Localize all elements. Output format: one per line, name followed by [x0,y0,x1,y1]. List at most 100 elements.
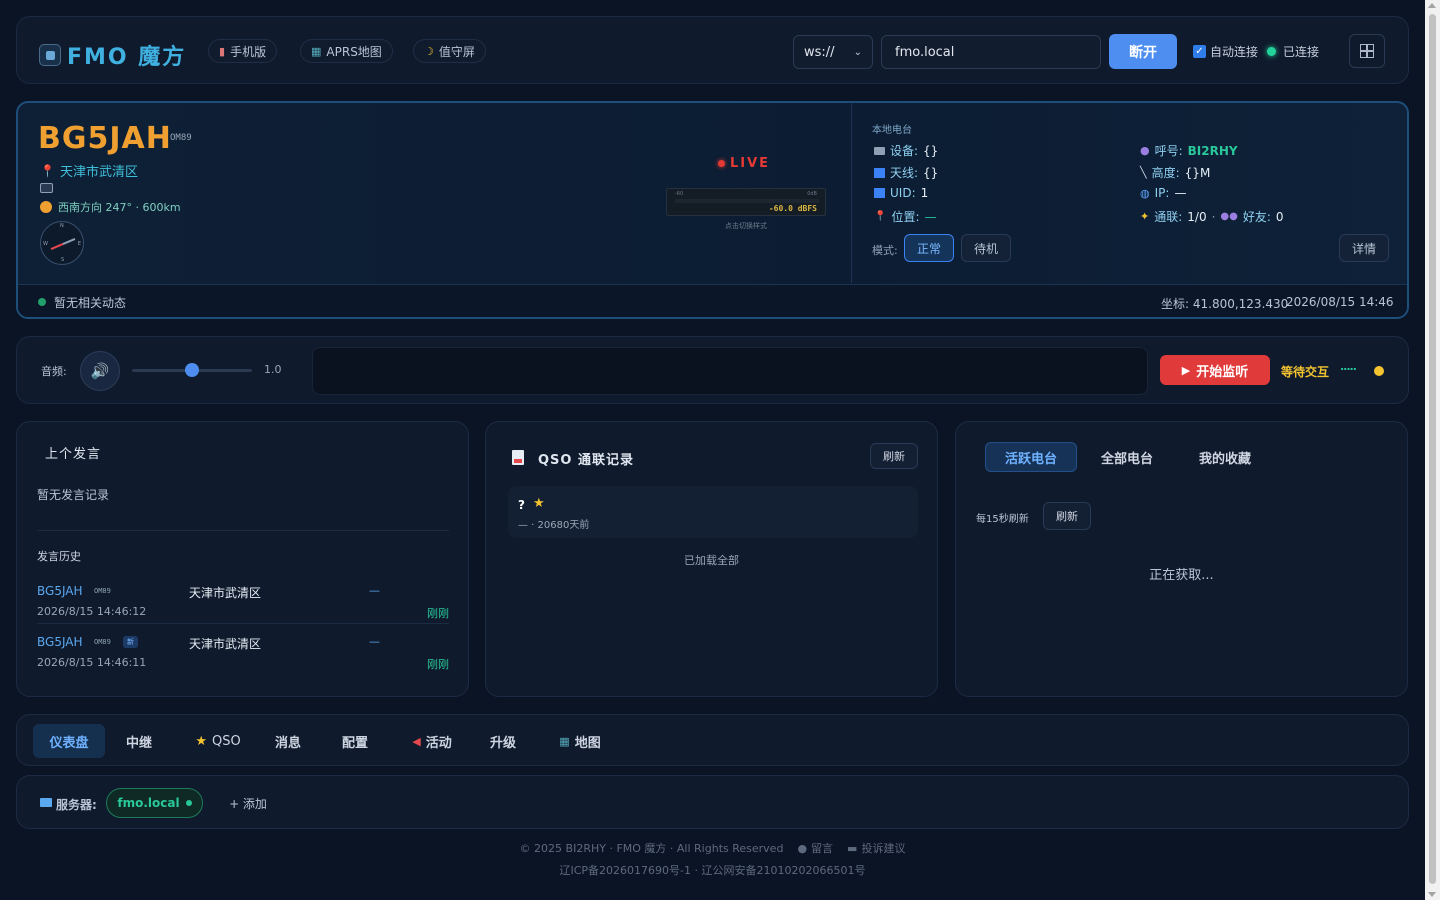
tab-activity[interactable]: ◀ 活动 [397,724,467,758]
nav-mobile[interactable]: ▮ 手机版 [208,39,278,63]
live-indicator: LIVE [718,156,770,171]
tab-relay-label: 中继 [125,735,152,751]
row-call[interactable]: BG5JAH [37,584,83,598]
ip-value: — [1174,186,1187,200]
stations-card: 活跃电台 全部电台 我的收藏 每15秒刷新 刷新 正在获取... [955,421,1408,697]
mode-standby-label: 待机 [973,241,998,256]
auto-connect-checkbox[interactable]: ✓ 自动连接 [1193,43,1258,60]
row-call[interactable]: BG5JAH [37,635,83,649]
qso-item[interactable]: ? ★ — · 20680天前 [508,486,918,538]
server-chip[interactable]: fmo.local [106,788,203,818]
chevron-down-icon: ⌄ [853,46,862,58]
local-title: 本地电台 [872,125,912,136]
friends-label: 好友: [1242,210,1271,224]
bearing-label: 西南方向 247° · 600km [58,201,181,214]
mode-label: 模式: [872,244,898,257]
message-link[interactable]: ● 留言 [797,840,833,856]
server-chip-label: fmo.local [117,796,180,810]
feedback-label: 投诉建议 [861,842,906,855]
footer-line2[interactable]: 辽ICP备2026017690号-1 · 辽公网安备21010202066501… [0,862,1425,878]
footer-line1: © 2025 BI2RHY · FMO 魔方 · All Rights Rese… [0,840,1425,856]
scrollbar[interactable] [1425,0,1440,900]
tab-all-stations[interactable]: 全部电台 [1086,442,1168,472]
mode-standby-button[interactable]: 待机 [961,234,1011,262]
details-button[interactable]: 详情 [1339,234,1389,262]
tab-active-stations[interactable]: 活跃电台 [985,442,1077,472]
auto-connect-label: 自动连接 [1210,45,1259,59]
connection-status: 已连接 [1267,43,1319,60]
mode-normal-button[interactable]: 正常 [904,234,954,262]
tab-upgrade[interactable]: 升级 [475,724,531,758]
status-dot-icon [1267,47,1276,56]
start-listen-button[interactable]: ▶ 开始监听 [1160,355,1270,385]
tab-relay[interactable]: 中继 [111,724,167,758]
cube-icon [39,44,61,66]
star-icon: ★ [533,496,545,511]
tab-favorites-label: 我的收藏 [1198,451,1251,467]
message-label: 留言 [811,842,834,855]
pin-icon: 📍 [40,163,55,178]
protocol-value: ws:// [804,44,835,60]
sparkle-icon: ✦ [1140,210,1150,223]
tab-active-label: 活跃电台 [1004,451,1057,467]
list-item[interactable]: BG5JAH OM89 天津市武清区 — 2026/8/15 14:46:12 … [37,576,449,624]
volume-slider[interactable] [132,363,252,377]
pin-icon: 📍 [874,211,887,222]
qso-refresh-label: 刷新 [883,450,905,463]
qso-title: QSO 通联记录 [538,453,634,468]
disconnect-button[interactable]: 断开 [1109,34,1177,69]
compass-small-icon [40,201,52,213]
last-speech-title: 上个发言 [45,447,102,462]
tab-messages[interactable]: 消息 [260,724,316,758]
local-uid: UID: 1 [874,186,928,200]
friends-icon: ●● [1220,211,1238,222]
nav-watch-screen[interactable]: ☽ 值守屏 [413,39,486,63]
stations-refresh-button[interactable]: 刷新 [1043,502,1091,530]
add-server-button[interactable]: + 添加 [217,788,279,818]
scroll-thumb[interactable] [1429,14,1436,884]
ip-label: IP: [1154,186,1170,200]
device-value: {} [923,143,939,158]
nav-aprs-label: APRS地图 [326,44,382,59]
radio-icon [874,146,885,155]
tab-config[interactable]: 配置 [327,724,383,758]
live-label: LIVE [730,156,771,171]
map-icon: ▦ [311,44,322,58]
host-input[interactable]: fmo.local [881,35,1101,69]
brand-title: FMO 魔方 [67,45,187,70]
compass-w: W [43,241,48,247]
level-meter[interactable]: -60 0dB -60.0 dBFS [666,188,826,216]
mute-button[interactable]: 🔊 [80,351,120,391]
feedback-link[interactable]: ▬ 投诉建议 [847,840,905,856]
time-label: 2026/08/15 14:46 [1286,295,1394,309]
logo[interactable]: FMO 魔方 [39,39,186,71]
qso-refresh-button[interactable]: 刷新 [870,443,918,469]
map-icon: ▦ [559,734,570,748]
qso-value: 1/0 [1187,209,1207,224]
pos-value: — [924,209,937,224]
start-listen-label: 开始监听 [1196,364,1249,380]
local-qso: ✦ 通联: 1/0 · ●● 好友: 0 [1140,209,1284,225]
tab-favorites[interactable]: 我的收藏 [1184,442,1266,472]
qso-item-sub: — · 20680天前 [518,520,590,531]
compass-widget: N E S W [40,221,84,265]
nav-aprs-map[interactable]: ▦ APRS地图 [300,39,393,63]
activity-dot-icon [38,298,46,306]
layout-toggle-button[interactable] [1349,34,1385,68]
tab-dashboard[interactable]: 仪表盘 [33,724,105,758]
scroll-up-icon[interactable] [1428,3,1436,8]
tab-qso[interactable]: ★ QSO [183,724,253,758]
local-antenna: 天线: {} [874,164,938,181]
nav-watch-label: 值守屏 [438,44,475,59]
protocol-select[interactable]: ws:// ⌄ [793,35,873,69]
row-dash: — [369,635,380,648]
audio-bar: 音频: 🔊 1.0 ▶ 开始监听 等待交互 ..... [16,336,1409,404]
row-grid: OM89 [94,638,111,646]
tab-activity-label: 活动 [425,735,452,751]
ruler-icon: ╲ [1140,166,1147,179]
list-item[interactable]: BG5JAH OM89 新 天津市武清区 — 2026/8/15 14:46:1… [37,627,449,675]
scroll-down-icon[interactable] [1428,892,1436,897]
waiting-label: 等待交互 [1281,365,1330,379]
tab-map[interactable]: ▦ 地图 [545,724,615,758]
no-activity-label: 暂无相关动态 [54,296,127,310]
